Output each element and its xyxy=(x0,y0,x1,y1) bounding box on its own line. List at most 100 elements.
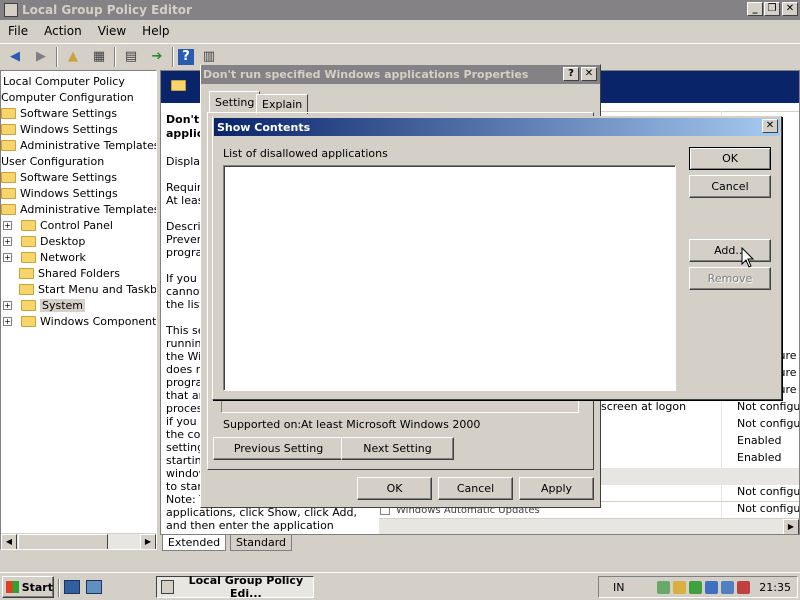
tree-item-software-settings[interactable]: Software Settings xyxy=(1,105,117,121)
folder-icon xyxy=(1,107,16,119)
table-row[interactable]: Not configure xyxy=(591,500,800,517)
tree-item-windows-components[interactable]: + Windows Components xyxy=(3,313,156,329)
help-button[interactable]: ? xyxy=(563,67,579,81)
properties-icon[interactable]: ▤ xyxy=(120,46,142,68)
check-icon[interactable] xyxy=(689,580,703,594)
back-arrow-icon[interactable]: ◀ xyxy=(4,46,26,68)
tree-item-user-windows-settings[interactable]: Windows Settings xyxy=(1,185,118,201)
tree-item-user-software-settings[interactable]: Software Settings xyxy=(1,169,117,185)
taskbar-item-group-policy-editor[interactable]: Local Group Policy Edi... xyxy=(156,574,314,600)
help-icon[interactable]: ? xyxy=(178,48,194,65)
next-setting-button[interactable]: Next Setting xyxy=(341,437,454,460)
folder-icon xyxy=(21,219,36,231)
tree-item-control-panel[interactable]: + Control Panel xyxy=(3,217,113,233)
policy-state: Not configure xyxy=(737,417,800,430)
main-title-bar[interactable]: Local Group Policy Editor _ ❐ ✕ xyxy=(0,0,800,20)
table-row[interactable]: Enabled xyxy=(591,449,799,466)
up-folder-icon[interactable]: ▲ xyxy=(62,46,84,68)
previous-setting-button[interactable]: Previous Setting xyxy=(213,437,344,460)
taskbar: Start Local Group Policy Edi... IN 21:35 xyxy=(0,572,800,600)
menu-bar: File Action View Help xyxy=(0,20,800,42)
folder-icon xyxy=(1,187,16,199)
tree-item-local-computer-policy[interactable]: Local Computer Policy xyxy=(3,73,125,89)
forward-arrow-icon[interactable]: ▶ xyxy=(30,46,52,68)
cancel-button[interactable]: Cancel xyxy=(438,477,513,500)
expand-icon[interactable]: + xyxy=(3,252,12,262)
mouse-cursor-icon xyxy=(741,247,755,268)
supported-on-label: Supported on: xyxy=(223,418,302,431)
apply-button[interactable]: Apply xyxy=(519,477,594,500)
tree-horizontal-scrollbar[interactable]: ◀ ▶ xyxy=(1,533,156,549)
scroll-right-icon[interactable]: ▶ xyxy=(140,534,156,549)
server-manager-icon[interactable] xyxy=(86,580,102,594)
maximize-button[interactable]: ❐ xyxy=(764,2,780,16)
tree-item-start-menu-and-taskbar[interactable]: Start Menu and Taskbar xyxy=(19,281,156,297)
policy-title: Don't applic xyxy=(166,113,204,140)
menu-view[interactable]: View xyxy=(90,24,134,38)
list-horizontal-scrollbar[interactable]: ▶ xyxy=(379,518,799,534)
show-ok-button[interactable]: OK xyxy=(689,147,771,170)
menu-help[interactable]: Help xyxy=(134,24,177,38)
tree-item-user-configuration[interactable]: User Configuration xyxy=(1,153,104,169)
update-icon[interactable] xyxy=(705,580,719,594)
table-row[interactable]: Not configure xyxy=(591,483,799,500)
policy-state: Enabled xyxy=(737,451,782,464)
export-list-icon[interactable]: ➔ xyxy=(146,46,168,68)
show-contents-close-button[interactable]: ✕ xyxy=(762,119,778,133)
security-shield-icon[interactable] xyxy=(673,580,687,594)
tree-item-administrative-templates[interactable]: Administrative Templates xyxy=(1,137,156,153)
tree-item-network[interactable]: + Network xyxy=(3,249,86,265)
scroll-thumb[interactable] xyxy=(18,534,108,549)
tree-item-desktop[interactable]: + Desktop xyxy=(3,233,85,249)
add-button[interactable]: Add... xyxy=(689,239,771,262)
expand-icon[interactable]: + xyxy=(3,236,12,246)
policy-state: Enabled xyxy=(737,434,782,447)
tree-pane[interactable]: Local Computer Policy Computer Configura… xyxy=(0,70,157,550)
policy-state: Not configure xyxy=(737,502,800,515)
expand-icon[interactable]: + xyxy=(3,220,12,230)
minimize-button[interactable]: _ xyxy=(747,2,763,16)
tree-item-system[interactable]: + System xyxy=(3,297,86,313)
expand-icon[interactable]: + xyxy=(3,300,12,310)
menu-file[interactable]: File xyxy=(0,24,36,38)
show-contents-dialog[interactable]: Show Contents ✕ List of disallowed appli… xyxy=(212,116,782,400)
view-tabs: Extended Standard xyxy=(160,535,800,553)
close-button[interactable]: ✕ xyxy=(782,2,798,16)
description-line: and then enter the application xyxy=(166,519,334,532)
show-contents-title-bar[interactable]: Show Contents ✕ xyxy=(214,118,780,136)
expand-icon[interactable]: + xyxy=(3,316,12,326)
policy-state: Not configure xyxy=(737,400,800,413)
tab-setting[interactable]: Setting xyxy=(209,91,261,113)
table-row[interactable]: Enabled xyxy=(591,432,799,449)
folder-icon xyxy=(1,171,16,183)
tab-explain[interactable]: Explain xyxy=(256,94,309,114)
menu-action[interactable]: Action xyxy=(36,24,90,38)
tree-item-windows-settings[interactable]: Windows Settings xyxy=(1,121,118,137)
monitor-icon[interactable] xyxy=(721,580,735,594)
start-button[interactable]: Start xyxy=(2,576,54,598)
properties-close-button[interactable]: ✕ xyxy=(581,67,597,81)
disallowed-applications-list[interactable] xyxy=(223,165,676,391)
system-tray: 21:35 xyxy=(598,576,798,598)
show-cancel-button[interactable]: Cancel xyxy=(689,175,771,198)
folder-icon xyxy=(21,251,36,263)
properties-title-bar[interactable]: Don't run specified Windows applications… xyxy=(201,65,600,84)
network-icon[interactable] xyxy=(657,580,671,594)
ok-button[interactable]: OK xyxy=(357,477,432,500)
scroll-left-icon[interactable]: ◀ xyxy=(1,534,17,549)
tab-extended[interactable]: Extended xyxy=(162,535,226,551)
folder-icon xyxy=(1,139,16,151)
table-row[interactable]: screen at logon Not configure xyxy=(591,398,800,415)
tree-item-user-administrative-templates[interactable]: Administrative Templates xyxy=(1,201,156,217)
tree-item-shared-folders[interactable]: Shared Folders xyxy=(19,265,120,281)
windows-logo-icon xyxy=(6,581,19,593)
remove-button[interactable]: Remove xyxy=(689,267,771,290)
tab-standard[interactable]: Standard xyxy=(230,535,292,551)
volume-muted-icon[interactable] xyxy=(737,580,751,594)
scroll-right-icon[interactable]: ▶ xyxy=(783,519,799,534)
show-desktop-icon[interactable] xyxy=(64,580,80,594)
tree-item-computer-configuration[interactable]: Computer Configuration xyxy=(1,89,134,105)
show-hide-tree-icon[interactable]: ▦ xyxy=(88,46,110,68)
clock[interactable]: 21:35 xyxy=(759,581,791,594)
table-row[interactable]: Not configure xyxy=(591,415,800,432)
